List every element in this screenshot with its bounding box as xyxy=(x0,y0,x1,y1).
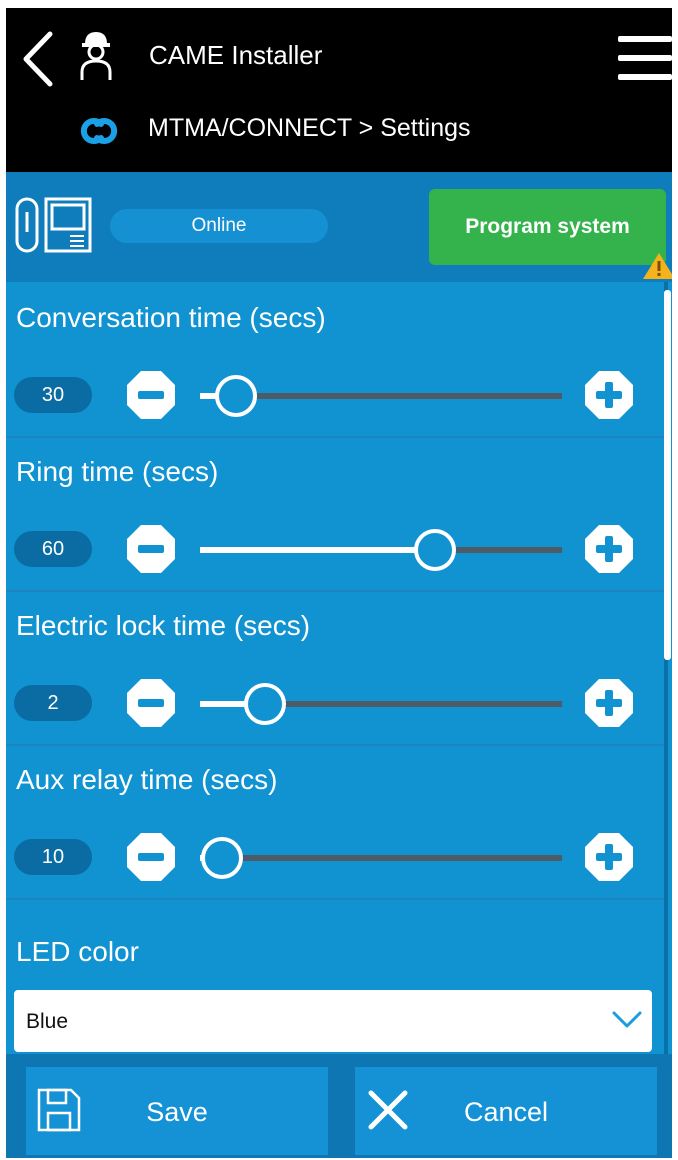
back-arrow-icon[interactable] xyxy=(18,30,58,88)
save-button[interactable]: Save xyxy=(26,1067,328,1155)
cancel-button[interactable]: Cancel xyxy=(355,1067,657,1155)
warning-icon xyxy=(643,253,672,279)
setting-label: Electric lock time (secs) xyxy=(16,610,311,641)
setting-conversation-time: Conversation time (secs) 30 xyxy=(6,282,664,438)
value-badge: 60 xyxy=(14,531,92,567)
settings-panel: Conversation time (secs) 30 Ring time (s… xyxy=(6,282,672,1054)
program-system-button[interactable]: Program system xyxy=(429,189,666,265)
minus-icon[interactable] xyxy=(126,370,176,420)
app-title: CAME Installer xyxy=(149,40,323,70)
slider-fill xyxy=(200,547,436,553)
value-badge: 10 xyxy=(14,839,92,875)
slider-thumb[interactable] xyxy=(200,837,243,879)
came-connect-icon xyxy=(80,118,118,144)
slider-track[interactable] xyxy=(200,529,562,571)
cancel-label: Cancel xyxy=(463,1097,549,1127)
setting-ring-time: Ring time (secs) 60 xyxy=(6,436,664,592)
slider-thumb[interactable] xyxy=(215,375,258,417)
entry-panel-icon xyxy=(15,197,92,253)
minus-icon[interactable] xyxy=(126,524,176,574)
plus-icon[interactable] xyxy=(584,832,634,882)
plus-icon[interactable] xyxy=(584,370,634,420)
header: CAME Installer MTMA/CONNECT > Settings xyxy=(6,8,672,172)
breadcrumb: MTMA/CONNECT > Settings xyxy=(148,114,471,142)
value-badge: 30 xyxy=(14,377,92,413)
plus-icon[interactable] xyxy=(584,524,634,574)
app: CAME Installer MTMA/CONNECT > Settings O… xyxy=(6,8,672,1158)
value-badge: 2 xyxy=(14,685,92,721)
installer-icon xyxy=(80,32,112,80)
online-status: Online xyxy=(110,209,328,243)
setting-electric-lock-time: Electric lock time (secs) 2 xyxy=(6,590,664,746)
slider-thumb[interactable] xyxy=(244,683,287,725)
minus-icon[interactable] xyxy=(126,832,176,882)
led-color-label: LED color xyxy=(16,936,139,967)
setting-label: Conversation time (secs) xyxy=(16,302,326,333)
slider-track[interactable] xyxy=(200,375,562,417)
scrollbar-thumb[interactable] xyxy=(664,290,671,660)
slider-thumb[interactable] xyxy=(414,529,457,571)
setting-aux-relay-time: Aux relay time (secs) 10 xyxy=(6,744,664,900)
led-color-select[interactable]: Blue xyxy=(14,990,652,1052)
slider-track[interactable] xyxy=(200,837,562,879)
slider-track[interactable] xyxy=(200,683,562,725)
menu-icon[interactable] xyxy=(618,36,672,80)
minus-icon[interactable] xyxy=(126,678,176,728)
footer: Save Cancel xyxy=(6,1054,672,1158)
status-bar: Online Program system xyxy=(6,172,672,282)
setting-label: Ring time (secs) xyxy=(16,456,219,487)
chevron-down-icon xyxy=(612,1011,642,1028)
led-color-value: Blue xyxy=(26,1010,69,1033)
save-label: Save xyxy=(146,1097,208,1127)
setting-label: Aux relay time (secs) xyxy=(16,764,278,795)
plus-icon[interactable] xyxy=(584,678,634,728)
